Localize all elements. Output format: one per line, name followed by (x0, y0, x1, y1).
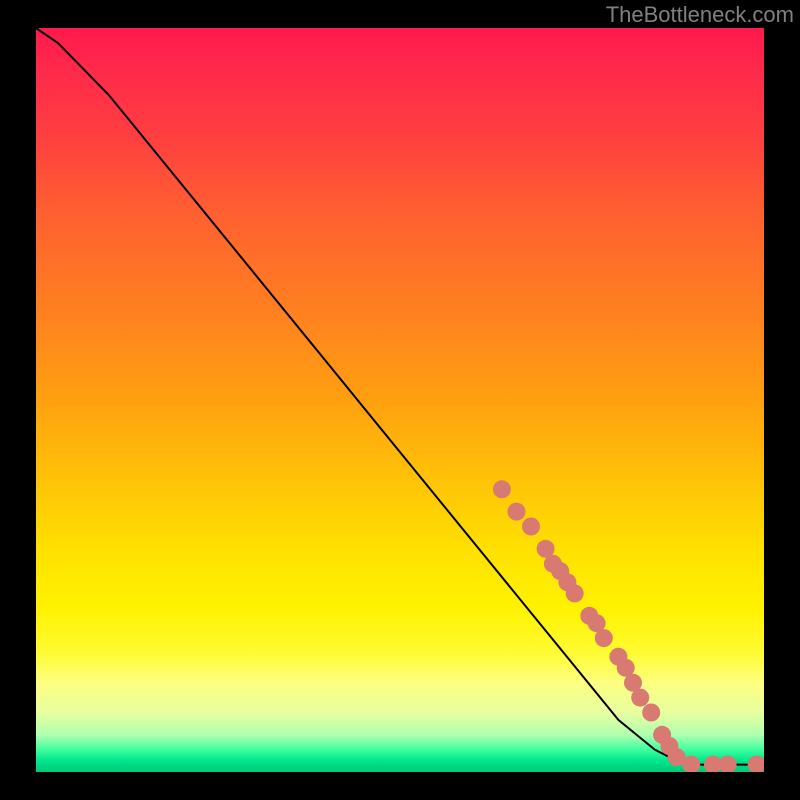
chart-svg (36, 28, 764, 772)
chart-frame: TheBottleneck.com (0, 0, 800, 800)
data-marker (566, 584, 584, 602)
data-marker (493, 480, 511, 498)
data-marker (719, 756, 737, 772)
data-marker (631, 689, 649, 707)
data-marker (748, 756, 764, 772)
watermark-text: TheBottleneck.com (606, 2, 794, 28)
data-marker (642, 704, 660, 722)
data-marker (595, 629, 613, 647)
data-marker (522, 518, 540, 536)
curve-line (36, 28, 764, 765)
plot-area (36, 28, 764, 772)
data-marker (508, 503, 526, 521)
